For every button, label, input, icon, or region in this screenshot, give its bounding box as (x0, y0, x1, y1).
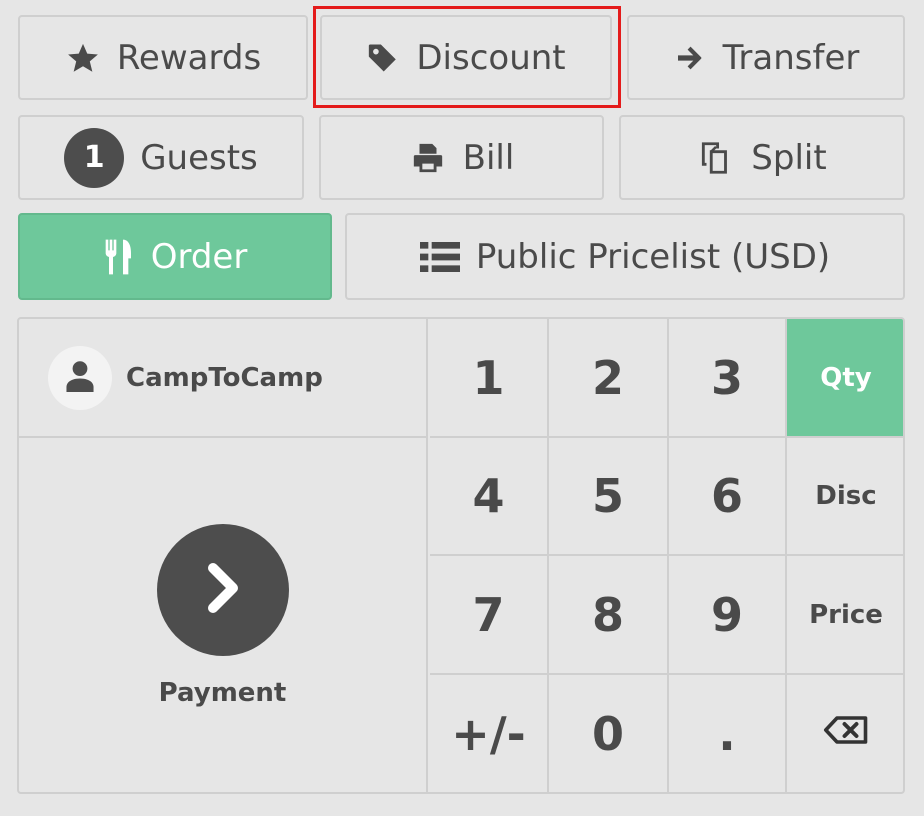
guests-button[interactable]: 1 Guests (18, 115, 304, 200)
list-icon (419, 240, 460, 274)
rewards-button[interactable]: Rewards (18, 15, 308, 100)
numpad: 1 2 3 Qty 4 5 6 Disc 7 8 9 Price +/- 0 . (430, 319, 903, 792)
arrow-right-icon (673, 42, 707, 74)
customer-button[interactable]: CampToCamp (19, 319, 426, 438)
pos-control-panel: Rewards Discount Transfer 1 Guests Bill … (0, 0, 924, 816)
avatar (48, 345, 112, 410)
transfer-button[interactable]: Transfer (627, 15, 905, 100)
rewards-label: Rewards (116, 37, 262, 78)
numpad-key-decimal[interactable]: . (669, 675, 787, 792)
split-label: Split (751, 137, 827, 178)
order-button[interactable]: Order (18, 213, 332, 300)
chevron-right-icon (198, 560, 248, 620)
bill-label: Bill (462, 137, 515, 178)
star-icon (65, 41, 101, 75)
utensils-icon (103, 237, 135, 277)
backspace-button[interactable] (787, 675, 903, 792)
transfer-label: Transfer (722, 37, 860, 78)
payment-label: Payment (158, 678, 287, 708)
mode-price-button[interactable]: Price (787, 556, 903, 675)
numpad-key-2[interactable]: 2 (549, 319, 669, 438)
bill-button[interactable]: Bill (319, 115, 604, 200)
order-panel: CampToCamp Payment 1 2 3 Qty 4 5 6 Disc (17, 317, 905, 794)
pricelist-label: Public Pricelist (USD) (475, 236, 831, 277)
left-column: CampToCamp Payment (19, 319, 428, 792)
guests-label: Guests (140, 137, 258, 178)
mode-disc-button[interactable]: Disc (787, 438, 903, 556)
printer-icon (409, 141, 447, 175)
numpad-key-0[interactable]: 0 (549, 675, 669, 792)
guests-count-badge: 1 (64, 127, 125, 188)
pricelist-button[interactable]: Public Pricelist (USD) (345, 213, 905, 300)
user-icon (65, 360, 95, 396)
numpad-key-4[interactable]: 4 (430, 438, 549, 556)
selection-highlight (313, 6, 621, 108)
numpad-key-1[interactable]: 1 (430, 319, 549, 438)
numpad-key-8[interactable]: 8 (549, 556, 669, 675)
numpad-key-7[interactable]: 7 (430, 556, 549, 675)
split-button[interactable]: Split (619, 115, 905, 200)
numpad-key-5[interactable]: 5 (549, 438, 669, 556)
copy-icon (697, 139, 735, 177)
payment-circle[interactable] (156, 524, 289, 656)
order-label: Order (150, 236, 248, 277)
numpad-key-3[interactable]: 3 (669, 319, 787, 438)
payment-button[interactable]: Payment (19, 438, 426, 792)
backspace-icon (823, 715, 869, 752)
numpad-key-6[interactable]: 6 (669, 438, 787, 556)
numpad-key-9[interactable]: 9 (669, 556, 787, 675)
numpad-key-plus-minus[interactable]: +/- (430, 675, 549, 792)
customer-name: CampToCamp (126, 362, 323, 393)
mode-qty-button[interactable]: Qty (787, 319, 903, 438)
